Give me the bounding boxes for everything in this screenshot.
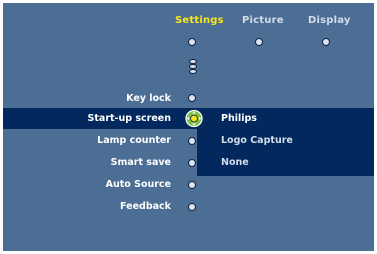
menu-dot-icon: [188, 159, 196, 167]
menu-item-feedback[interactable]: Feedback: [120, 201, 171, 212]
menu-item-start-up-screen[interactable]: Start-up screen: [88, 113, 171, 124]
tab-settings[interactable]: Settings: [175, 15, 224, 26]
projector-osd-menu: Settings Picture Display Key lock Start-…: [3, 3, 374, 251]
joystick-selector-icon: [185, 109, 203, 128]
menu-dot-icon: [188, 203, 196, 211]
menu-dot-icon: [188, 137, 196, 145]
menu-dot-icon: [188, 94, 196, 102]
submenu-item-none[interactable]: None: [221, 157, 249, 168]
menu-dot-icon: [188, 181, 196, 189]
tab-picture[interactable]: Picture: [242, 15, 284, 26]
connector-dot-icon: [189, 69, 197, 74]
tab-settings-dot-icon: [188, 38, 196, 46]
menu-item-smart-save[interactable]: Smart save: [111, 157, 171, 168]
menu-item-lamp-counter[interactable]: Lamp counter: [97, 135, 171, 146]
menu-item-key-lock[interactable]: Key lock: [126, 93, 171, 104]
tab-display[interactable]: Display: [308, 15, 351, 26]
submenu-item-logo-capture[interactable]: Logo Capture: [221, 135, 293, 146]
menu-item-auto-source[interactable]: Auto Source: [106, 179, 171, 190]
tab-picture-dot-icon: [255, 38, 263, 46]
submenu-item-philips[interactable]: Philips: [221, 113, 257, 124]
tab-display-dot-icon: [322, 38, 330, 46]
